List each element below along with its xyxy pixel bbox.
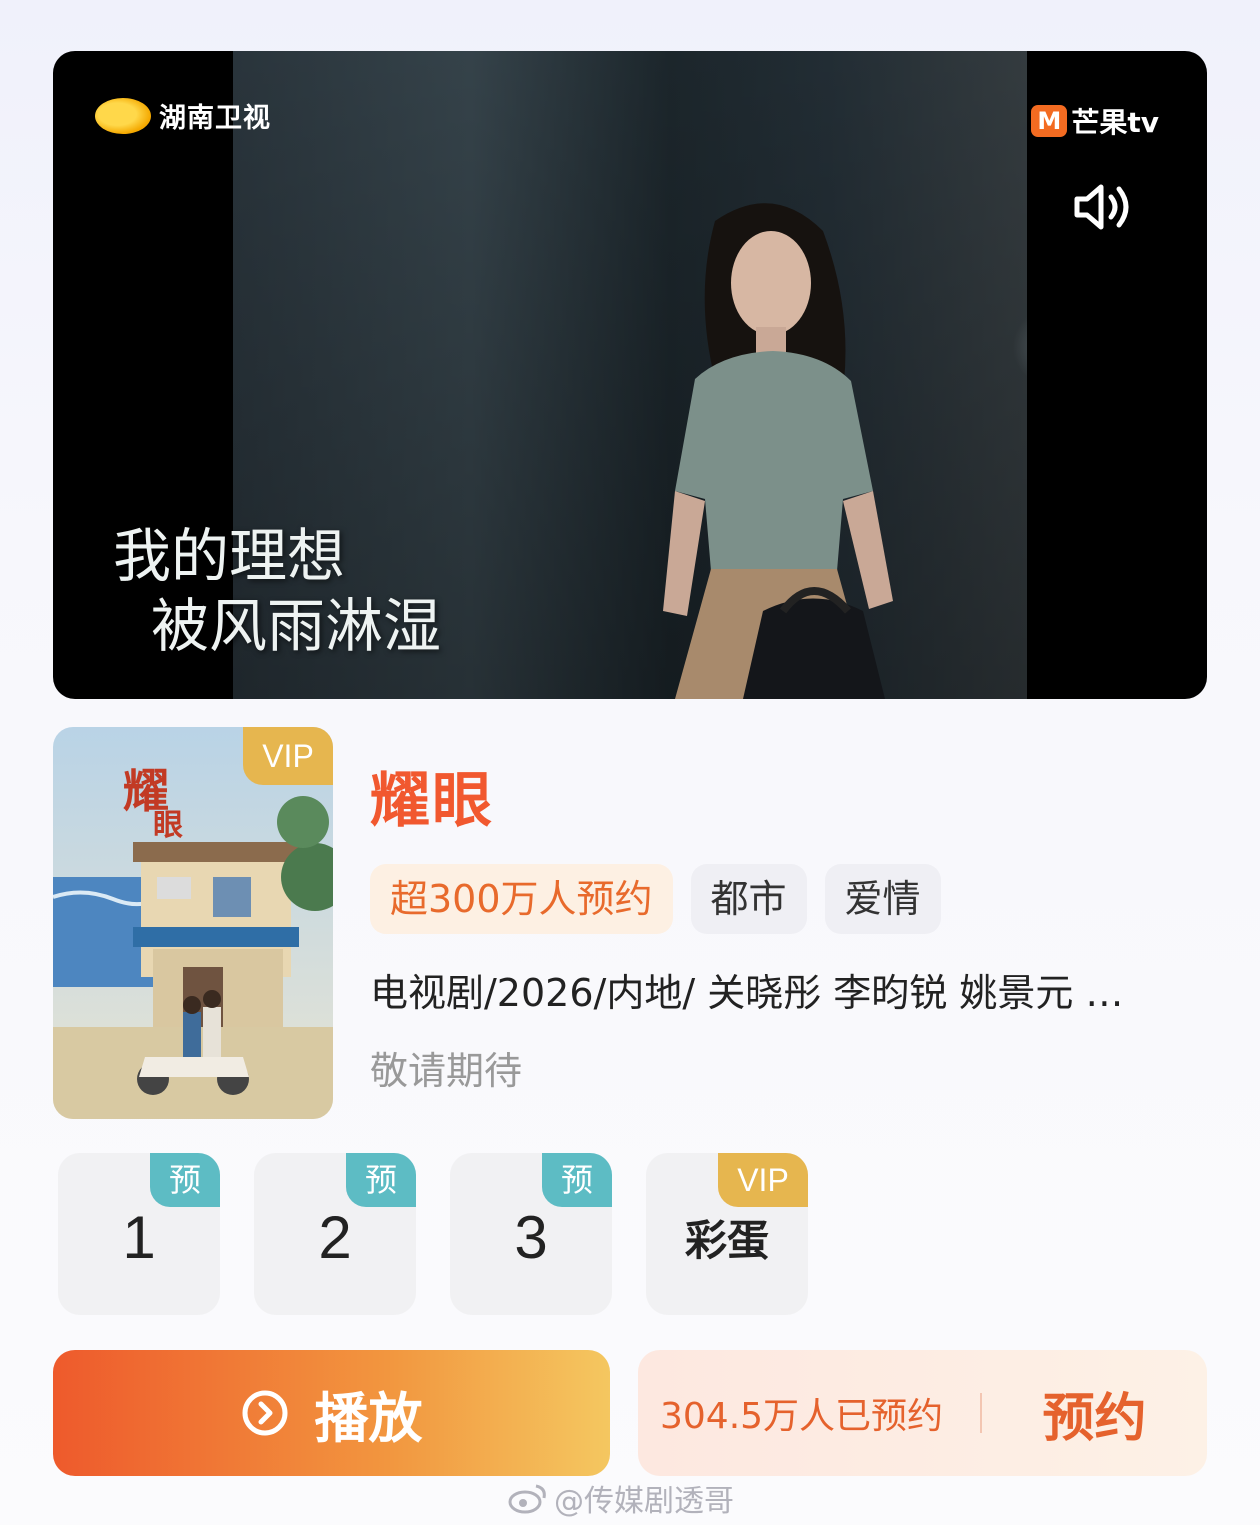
- mute-button[interactable]: [1051, 155, 1155, 259]
- episode-1[interactable]: 1 预: [58, 1153, 220, 1315]
- episode-bonus[interactable]: 彩蛋 VIP: [646, 1153, 808, 1315]
- weibo-icon: [508, 1484, 546, 1514]
- video-subtitle: 我的理想 被风雨淋湿: [113, 521, 441, 661]
- preview-badge: 预: [542, 1153, 612, 1207]
- episode-list: 1 预 2 预 3 预 彩蛋 VIP: [58, 1153, 808, 1315]
- episode-3[interactable]: 3 预: [450, 1153, 612, 1315]
- preview-badge: 预: [346, 1153, 416, 1207]
- svg-text:眼: 眼: [153, 808, 183, 843]
- episode-bonus-label: 彩蛋: [684, 1215, 769, 1265]
- episode-number: 2: [318, 1203, 352, 1271]
- subtitle-line-1: 我的理想: [113, 522, 346, 590]
- mango-tv-logo: M 芒果tv: [1031, 101, 1159, 141]
- hunan-tv-mark-icon: [95, 97, 151, 134]
- tag-reservations: 超300万人预约: [370, 864, 673, 934]
- poster-vip-badge: VIP: [243, 727, 333, 785]
- tag-romance[interactable]: 爱情: [824, 864, 941, 934]
- tag-urban[interactable]: 都市: [690, 864, 807, 934]
- show-title: 耀眼: [370, 766, 494, 836]
- reserve-panel: 304.5万人已预约 预约: [638, 1350, 1207, 1476]
- release-status: 敬请期待: [370, 1049, 523, 1093]
- play-circle-icon: [242, 1390, 287, 1436]
- episode-number: 1: [122, 1203, 156, 1271]
- preview-badge: 预: [150, 1153, 220, 1207]
- hunan-tv-logo: 湖南卫视: [95, 96, 271, 135]
- poster-illustration: 耀 眼: [53, 727, 333, 1119]
- watermark-text: @传媒剧透哥: [554, 1484, 734, 1519]
- subtitle-line-2: 被风雨淋湿: [151, 592, 442, 660]
- reserve-count: 304.5万人已预约: [660, 1396, 944, 1437]
- weibo-watermark: @传媒剧透哥: [508, 1476, 734, 1520]
- show-poster[interactable]: 耀 眼 VIP: [53, 727, 333, 1119]
- woman-figure: [663, 203, 893, 699]
- play-button[interactable]: 播放: [53, 1350, 610, 1476]
- speaker-muted-icon: [1074, 184, 1129, 230]
- reserve-button[interactable]: 预约: [982, 1376, 1207, 1451]
- hunan-tv-logo-text: 湖南卫视: [159, 103, 271, 134]
- play-button-label: 播放: [314, 1386, 423, 1450]
- show-tags: 超300万人预约 都市 爱情: [370, 864, 941, 934]
- episode-number: 3: [514, 1203, 548, 1271]
- mango-tv-mark-icon: M: [1031, 105, 1068, 137]
- episode-2[interactable]: 2 预: [254, 1153, 416, 1315]
- mango-tv-logo-text: 芒果tv: [1071, 106, 1159, 139]
- vip-badge: VIP: [718, 1153, 808, 1207]
- video-player[interactable]: 湖南卫视 M 芒果tv 我的理想 被风雨淋湿: [53, 51, 1207, 699]
- show-meta[interactable]: 电视剧/2026/内地/ 关晓彤 李昀锐 姚景元 …: [370, 962, 1200, 1017]
